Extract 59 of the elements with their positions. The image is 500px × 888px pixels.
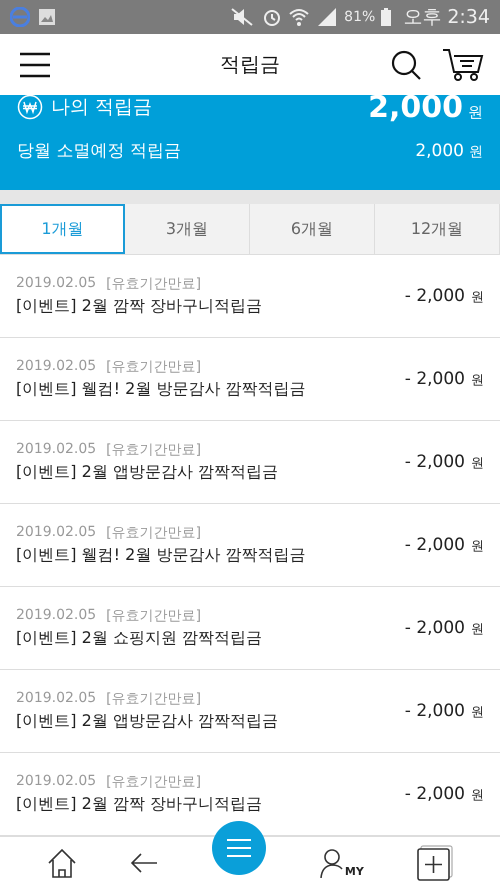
transaction-date: 2019.02.05 <box>16 358 96 376</box>
expiring-points-label: 당월 소멸예정 적립금 <box>17 140 181 162</box>
currency-unit: 원 <box>471 372 484 389</box>
status-label: [유효기간만료] <box>106 607 202 625</box>
wifi-icon <box>288 7 310 27</box>
transaction-amount: - 2,000 <box>404 369 465 389</box>
transaction-date: 2019.02.05 <box>16 690 96 708</box>
home-icon[interactable] <box>46 848 77 878</box>
cart-icon[interactable] <box>442 48 484 82</box>
transaction-amount: - 2,000 <box>404 452 465 472</box>
transaction-title: [이벤트] 2월 깜짝 장바구니적립금 <box>16 794 262 815</box>
my-page-button[interactable]: MY <box>318 848 364 878</box>
transaction-date: 2019.02.05 <box>16 441 96 459</box>
transaction-amount: - 2,000 <box>404 286 465 306</box>
search-icon[interactable] <box>390 48 422 80</box>
won-icon <box>17 94 43 120</box>
currency-unit: 원 <box>471 538 484 555</box>
menu-icon <box>226 838 252 858</box>
currency-unit: 원 <box>471 621 484 638</box>
signal-icon <box>316 7 338 27</box>
currency-unit: 원 <box>468 102 483 122</box>
status-label: [유효기간만료] <box>106 275 202 293</box>
transaction-date: 2019.02.05 <box>16 524 96 542</box>
transaction-title: [이벤트] 2월 깜짝 장바구니적립금 <box>16 296 262 317</box>
transaction-amount: - 2,000 <box>404 701 465 721</box>
transaction-date: 2019.02.05 <box>16 607 96 625</box>
transaction-title: [이벤트] 2월 앱방문감사 깜짝적립금 <box>16 711 278 732</box>
status-label: [유효기간만료] <box>106 690 202 708</box>
transaction-amount: - 2,000 <box>404 535 465 555</box>
status-label: [유효기간만료] <box>106 773 202 791</box>
page-title: 적립금 <box>220 51 280 78</box>
status-label: [유효기간만료] <box>106 358 202 376</box>
transaction-amount: - 2,000 <box>404 784 465 804</box>
transaction-title: [이벤트] 2월 앱방문감사 깜짝적립금 <box>16 462 278 483</box>
currency-unit: 원 <box>471 455 484 472</box>
clock-time: 오후 2:34 <box>403 5 490 30</box>
back-arrow-icon[interactable] <box>130 852 158 874</box>
currency-unit: 원 <box>471 289 484 306</box>
transaction-title: [이벤트] 2월 쇼핑지원 깜짝적립금 <box>16 628 262 649</box>
transaction-date: 2019.02.05 <box>16 773 96 791</box>
expiring-points-amount: 2,000 <box>415 140 464 160</box>
battery-percent: 81% <box>344 9 376 25</box>
currency-unit: 원 <box>471 704 484 721</box>
points-amount: 2,000 <box>368 90 463 124</box>
battery-icon <box>381 8 392 26</box>
status-label: [유효기간만료] <box>106 441 202 459</box>
tabs-icon[interactable] <box>417 844 454 880</box>
currency-unit: 원 <box>471 787 484 804</box>
menu-icon[interactable] <box>19 52 51 78</box>
status-label: [유효기간만료] <box>106 524 202 542</box>
transaction-title: [이벤트] 웰컴! 2월 방문감사 깜짝적립금 <box>16 545 306 566</box>
transaction-title: [이벤트] 웰컴! 2월 방문감사 깜짝적립금 <box>16 379 306 400</box>
alarm-icon <box>262 7 282 27</box>
my-points-label: 나의 적립금 <box>51 95 152 120</box>
currency-unit: 원 <box>469 142 483 160</box>
transaction-amount: - 2,000 <box>404 618 465 638</box>
transaction-date: 2019.02.05 <box>16 275 96 293</box>
period-tab[interactable]: 1개월 <box>0 204 125 254</box>
image-icon <box>38 8 56 26</box>
